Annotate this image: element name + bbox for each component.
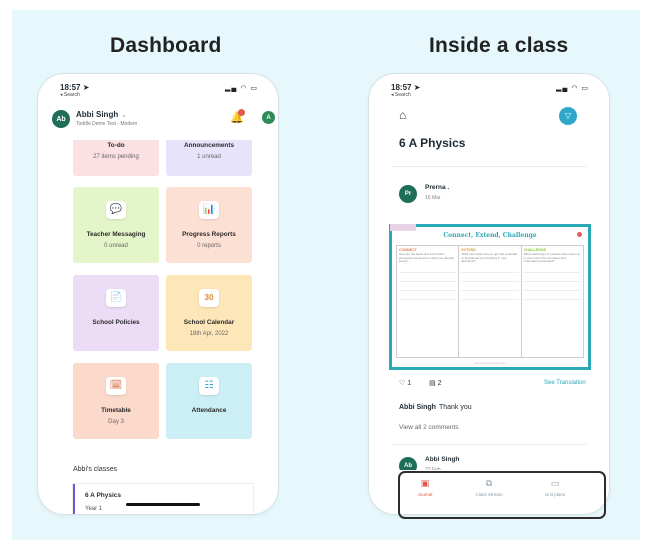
card-meta: 1 unread: [197, 154, 221, 160]
teacher-messaging-card[interactable]: 💬 Teacher Messaging 0 unread: [73, 187, 159, 263]
status-time: 18:57 ➤: [60, 83, 90, 92]
divider: [391, 444, 587, 445]
card-title: School Policies: [92, 319, 140, 326]
dashboard-header: Ab Abbi Singh ⌄ Toddle Demo Test - Modern…: [38, 104, 275, 138]
comment: Abbi Singh Thank you: [399, 404, 472, 411]
worksheet-title: Connect, Extend, Challenge: [443, 232, 537, 239]
card-title: Attendance: [191, 407, 227, 414]
comment-author: Abbi Singh: [399, 404, 436, 411]
class-phone: 18:57 ➤ ◂ Search ▂▄ ◠ ▭ ⌂ ▽ 6 A Physics …: [369, 74, 609, 514]
classes-label: Abbi's classes: [73, 466, 118, 473]
school-policies-card[interactable]: 📄 School Policies: [73, 275, 159, 351]
see-translation-link[interactable]: See Translation: [544, 380, 586, 386]
policy-icon: 📄: [106, 289, 126, 307]
notification-dot: [238, 109, 245, 116]
filter-icon[interactable]: ▽: [559, 107, 577, 125]
divider: [391, 166, 587, 167]
author-name: Abbi Singh: [425, 456, 460, 463]
home-icon[interactable]: ⌂: [399, 108, 406, 122]
card-meta: 18th Apr, 2022: [189, 331, 229, 337]
post-date: 16 Mar: [425, 195, 441, 201]
card-meta: 27 items pending: [93, 154, 139, 160]
card-meta: 0 unread: [104, 243, 128, 249]
card-meta: Day 3: [108, 419, 124, 425]
worksheet-column: CONNECT How are the ideas and informatio…: [397, 246, 460, 357]
reactions-bar: ♡ 1 ▤ 2: [399, 379, 458, 387]
card-meta: 0 reports: [197, 243, 221, 249]
status-time: 18:57 ➤: [391, 83, 421, 92]
home-indicator: [126, 503, 200, 506]
card-title: Timetable: [101, 407, 131, 414]
card-title: School Calendar: [183, 319, 235, 326]
worksheet-footer: www.theeducatorsroom.com: [474, 362, 506, 365]
class-title: 6 A Physics: [399, 136, 466, 150]
user-switcher[interactable]: Abbi Singh ⌄: [76, 110, 127, 119]
inside-class-heading: Inside a class: [429, 34, 569, 57]
worksheet-column: CHALLENGE What challenges or puzzles hav…: [522, 246, 583, 357]
column-prompt: How are the ideas and information presen…: [399, 252, 454, 264]
worksheet-column: EXTEND What new ideas did you get that e…: [459, 246, 522, 357]
comment-button[interactable]: ▤ 2: [429, 380, 449, 387]
chevron-down-icon: ⌄: [121, 112, 128, 119]
calendar-icon: 30: [199, 289, 219, 307]
attendance-icon: ☷: [199, 377, 219, 395]
tape-decoration: [390, 224, 416, 231]
progress-reports-card[interactable]: 📊 Progress Reports 0 reports: [166, 187, 252, 263]
worksheet-columns: CONNECT How are the ideas and informatio…: [396, 245, 584, 358]
view-all-comments-link[interactable]: View all 2 comments: [399, 424, 459, 431]
profile-avatar[interactable]: A: [262, 111, 275, 124]
author-avatar[interactable]: Pr: [399, 185, 417, 203]
comment-text: Thank you: [438, 404, 472, 411]
announcements-card[interactable]: Announcements 1 unread: [166, 140, 252, 176]
column-prompt: What new ideas did you get that extended…: [461, 252, 518, 264]
class-year: Year 1: [85, 506, 103, 512]
card-title: To-do: [107, 142, 125, 149]
status-bar: 18:57 ➤ ◂ Search ▂▄ ◠ ▭: [38, 83, 278, 103]
back-to-search-link[interactable]: ◂ Search: [391, 92, 411, 98]
dashboard-phone: 18:57 ➤ ◂ Search ▂▄ ◠ ▭ Ab Abbi Singh ⌄ T…: [38, 74, 278, 514]
post-image-worksheet[interactable]: Connect, Extend, Challenge CONNECT How a…: [389, 224, 591, 370]
school-name: Toddle Demo Test - Modern: [76, 121, 138, 127]
user-avatar[interactable]: Ab: [52, 110, 70, 128]
tab-bar-highlight-frame: [398, 471, 606, 519]
messaging-icon: 💬: [106, 201, 126, 219]
class-name: 6 A Physics: [85, 492, 122, 499]
column-prompt: What challenges or puzzles have come up …: [523, 252, 581, 264]
system-icons: ▂▄ ◠ ▭: [556, 85, 589, 92]
card-title: Progress Reports: [182, 231, 236, 238]
back-to-search-link[interactable]: ◂ Search: [60, 92, 80, 98]
author-name: Prerna .: [425, 184, 450, 191]
status-bar: 18:57 ➤ ◂ Search ▂▄ ◠ ▭: [369, 83, 609, 103]
dashboard-grid: To-do 27 items pending Announcements 1 u…: [38, 140, 278, 464]
card-title: Teacher Messaging: [86, 231, 146, 238]
school-calendar-card[interactable]: 30 School Calendar 18th Apr, 2022: [166, 275, 252, 351]
timetable-card[interactable]: 🗓 Timetable Day 3: [73, 363, 159, 439]
system-icons: ▂▄ ◠ ▭: [225, 85, 258, 92]
class-item[interactable]: 6 A Physics Year 1: [73, 484, 253, 514]
attendance-card[interactable]: ☷ Attendance: [166, 363, 252, 439]
report-icon: 📊: [199, 201, 219, 219]
card-title: Announcements: [183, 142, 235, 149]
bell-icon[interactable]: 🔔: [230, 109, 245, 125]
todo-card[interactable]: To-do 27 items pending: [73, 140, 159, 176]
dashboard-heading: Dashboard: [110, 34, 222, 57]
timetable-icon: 🗓: [106, 377, 126, 395]
like-button[interactable]: ♡ 1: [399, 380, 419, 387]
